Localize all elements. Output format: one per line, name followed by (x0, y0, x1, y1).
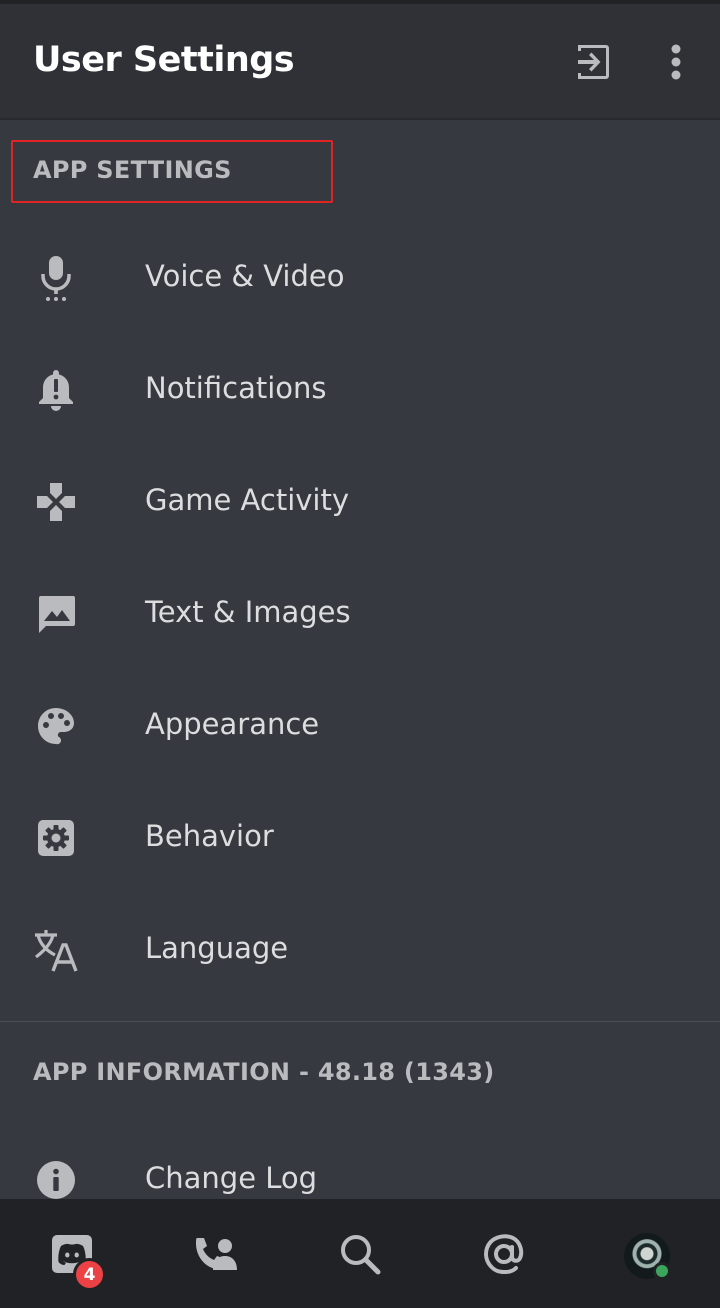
nav-friends-button[interactable] (180, 1221, 252, 1287)
settings-item-notifications[interactable]: Notifications (0, 334, 720, 446)
settings-item-game-activity[interactable]: Game Activity (0, 446, 720, 558)
settings-item-label: Language (145, 931, 289, 965)
settings-item-label: Voice & Video (145, 259, 345, 293)
settings-item-label: Behavior (145, 819, 274, 853)
app-information-heading: APP INFORMATION - 48.18 (1343) (33, 1058, 495, 1086)
translate-icon (32, 926, 80, 974)
highlight-box (11, 140, 333, 203)
search-icon (341, 1235, 381, 1275)
settings-item-behavior[interactable]: Behavior (0, 782, 720, 894)
app-header: User Settings (0, 4, 720, 120)
settings-item-label: Change Log (145, 1161, 318, 1195)
logout-icon (578, 45, 609, 79)
page-title: User Settings (33, 40, 295, 80)
more-options-button[interactable] (648, 34, 704, 90)
bottom-navigation (0, 1199, 720, 1308)
settings-item-label: Game Activity (145, 483, 350, 517)
gamepad-icon (32, 478, 80, 526)
image-icon (32, 590, 80, 638)
nav-search-button[interactable] (324, 1221, 396, 1287)
more-vertical-icon (671, 44, 681, 80)
settings-item-label: Notifications (145, 371, 327, 405)
section-divider (0, 1021, 720, 1022)
settings-item-text-images[interactable]: Text & Images (0, 558, 720, 670)
bell-icon (32, 366, 80, 414)
settings-item-label: Text & Images (145, 595, 351, 629)
logout-button[interactable] (564, 34, 620, 90)
notification-badge: 4 (73, 1258, 106, 1291)
settings-item-label: Appearance (145, 707, 320, 741)
online-status-indicator (653, 1262, 671, 1280)
palette-icon (32, 702, 80, 750)
settings-item-change-log[interactable]: Change Log (0, 1124, 720, 1208)
nav-mentions-button[interactable] (468, 1221, 540, 1287)
friends-icon (196, 1238, 237, 1270)
settings-item-appearance[interactable]: Appearance (0, 670, 720, 782)
microphone-icon (32, 254, 80, 302)
settings-item-voice-video[interactable]: Voice & Video (0, 222, 720, 334)
gear-icon (32, 814, 80, 862)
info-icon (32, 1156, 80, 1204)
app-settings-list: Voice & Video Notifications Game Activit… (0, 222, 720, 1006)
mentions-icon (484, 1234, 524, 1274)
settings-item-language[interactable]: Language (0, 894, 720, 1006)
